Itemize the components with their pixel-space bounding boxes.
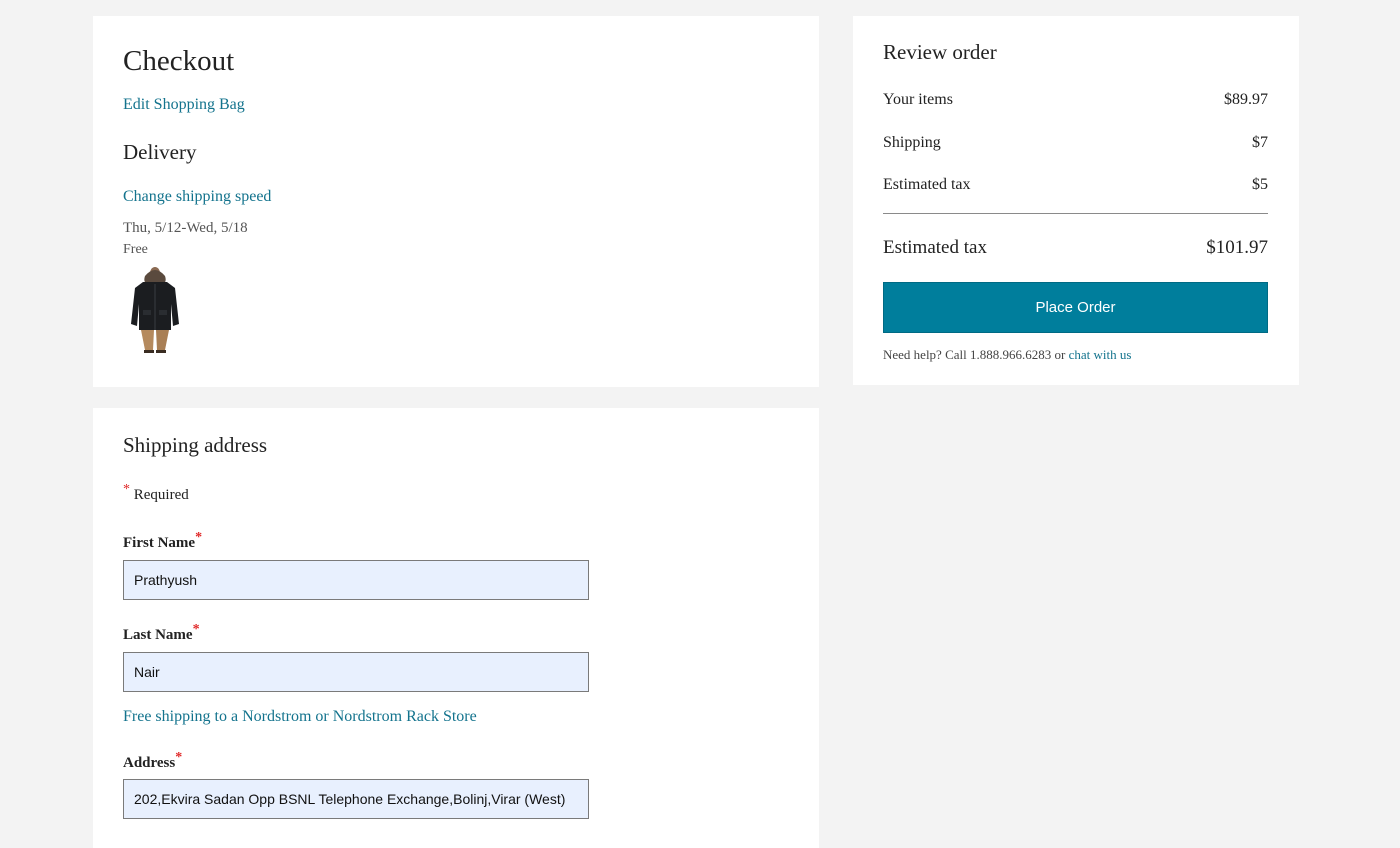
estimated-tax-label: Estimated tax xyxy=(883,176,971,193)
first-name-label-text: First Name xyxy=(123,535,196,551)
order-total-label: Estimated tax xyxy=(883,237,987,258)
last-name-label: Last Name* xyxy=(123,622,200,644)
shipping-address-title: Shipping address xyxy=(123,433,268,457)
checkout-card: Checkout Edit Shopping Bag Delivery Chan… xyxy=(93,16,819,387)
delivery-cost: Free xyxy=(123,242,148,257)
required-note: * Required xyxy=(123,482,189,504)
address-field[interactable] xyxy=(123,779,589,819)
your-items-label: Your items xyxy=(883,91,953,108)
last-name-label-text: Last Name xyxy=(123,627,193,643)
your-items-value: $89.97 xyxy=(1224,91,1268,108)
required-asterisk: * xyxy=(175,750,183,765)
order-total-value: $101.97 xyxy=(1206,237,1268,258)
review-order-title: Review order xyxy=(883,40,997,64)
shipping-label: Shipping xyxy=(883,134,941,151)
estimated-tax-value: $5 xyxy=(1252,176,1268,193)
first-name-label: First Name* xyxy=(123,530,202,552)
last-name-field[interactable] xyxy=(123,652,589,692)
page-title: Checkout xyxy=(123,45,235,77)
shipping-value: $7 xyxy=(1252,134,1268,151)
help-text: Need help? Call 1.888.966.6283 or chat w… xyxy=(883,347,1131,363)
required-asterisk: * xyxy=(192,622,200,637)
change-shipping-speed-link[interactable]: Change shipping speed xyxy=(123,188,271,206)
required-asterisk: * xyxy=(123,482,130,497)
address-label: Address* xyxy=(123,750,182,772)
help-phone-text: Need help? Call 1.888.966.6283 or xyxy=(883,347,1066,362)
required-asterisk: * xyxy=(195,530,203,545)
delivery-heading: Delivery xyxy=(123,140,197,164)
first-name-field[interactable] xyxy=(123,560,589,600)
address-label-text: Address xyxy=(123,755,176,771)
store-pickup-link[interactable]: Free shipping to a Nordstrom or Nordstro… xyxy=(123,708,477,726)
edit-shopping-bag-link[interactable]: Edit Shopping Bag xyxy=(123,96,245,114)
delivery-dates: Thu, 5/12-Wed, 5/18 xyxy=(123,220,248,236)
required-note-text: Required xyxy=(133,487,189,503)
shipping-address-card: Shipping address * Required First Name * … xyxy=(93,408,819,848)
product-image xyxy=(127,264,183,354)
place-order-button[interactable]: Place Order xyxy=(883,282,1268,333)
chat-with-us-link[interactable]: chat with us xyxy=(1069,347,1132,362)
review-order-card: Review order Your items $89.97 Shipping … xyxy=(853,16,1299,385)
summary-divider xyxy=(883,213,1268,214)
